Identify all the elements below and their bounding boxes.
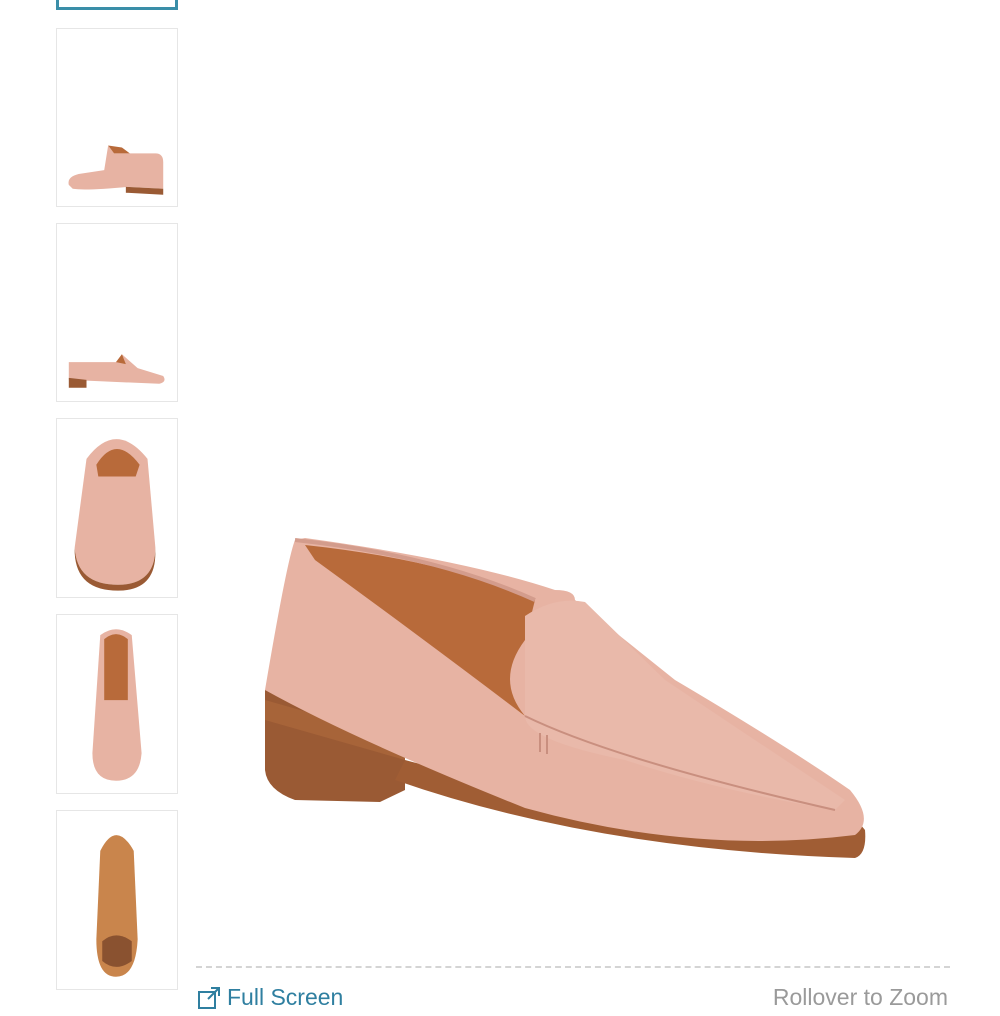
external-link-icon: [197, 986, 221, 1010]
thumbnail-top-view[interactable]: [56, 614, 178, 794]
thumbnail-sole-view[interactable]: [56, 810, 178, 990]
full-screen-label: Full Screen: [227, 984, 344, 1010]
shoe-front-image: [74, 439, 156, 591]
thumbnail-selected[interactable]: [56, 0, 178, 10]
full-screen-button[interactable]: Full Screen: [197, 984, 343, 1011]
shoe-sole-image: [96, 835, 138, 977]
loafer-three-quarter-image: [265, 538, 866, 858]
shoe-top-image: [92, 629, 142, 781]
main-product-image[interactable]: [195, 0, 955, 955]
divider: [196, 966, 950, 968]
thumbnail-side-view-left[interactable]: [56, 28, 178, 207]
thumbnail-side-view-right[interactable]: [56, 223, 178, 402]
shoe-side-image: [68, 145, 164, 195]
zoom-hint: Rollover to Zoom: [772, 984, 948, 1010]
thumbnail-front-view[interactable]: [56, 418, 178, 598]
shoe-side-image: [68, 354, 165, 388]
